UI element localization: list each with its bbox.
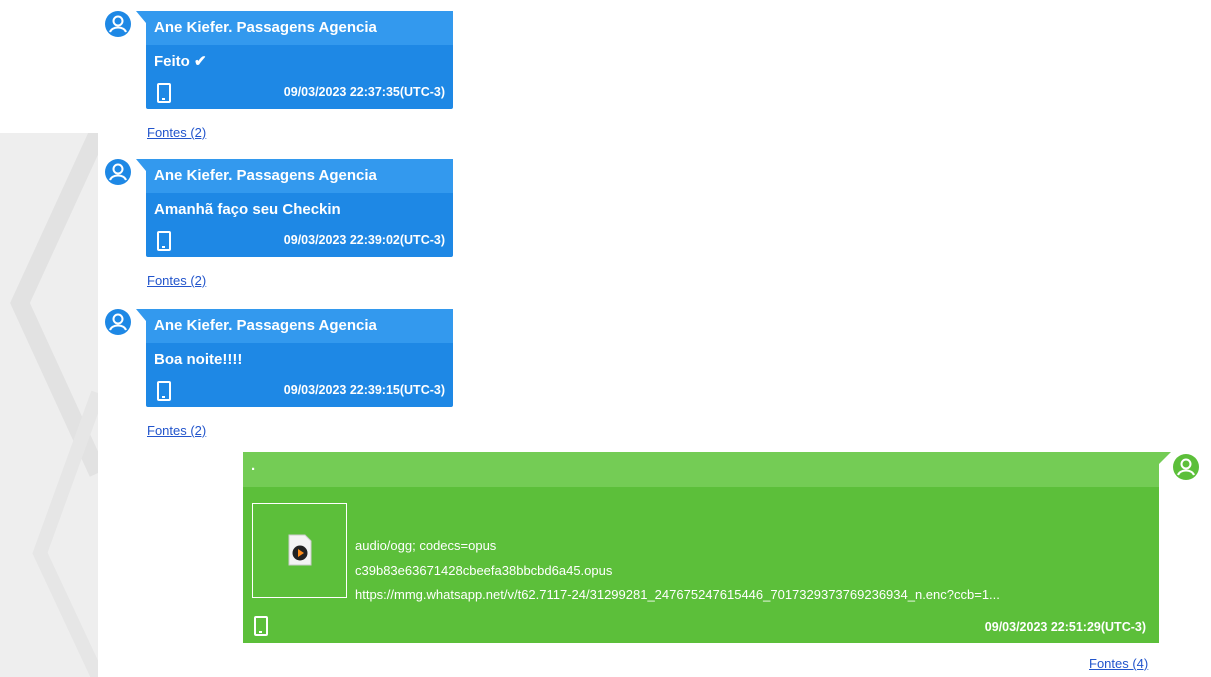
phone-icon <box>157 83 171 103</box>
attachment-details: audio/ogg; codecs=opus c39b83e63671428cb… <box>355 534 1000 608</box>
message-text: Boa noite!!!! <box>154 351 243 368</box>
own-avatar-icon[interactable] <box>1173 454 1199 480</box>
audio-file-icon <box>288 534 312 566</box>
contact-avatar-icon[interactable] <box>105 11 131 37</box>
message-timestamp: 09/03/2023 22:39:02(UTC-3) <box>283 233 445 247</box>
message-bubble[interactable]: Ane Kiefer. Passagens Agencia Boa noite!… <box>136 309 453 407</box>
bubble-tail <box>1159 452 1171 464</box>
sources-link[interactable]: Fontes (2) <box>147 423 206 438</box>
sources-link[interactable]: Fontes (4) <box>1089 656 1148 671</box>
bubble-tail <box>136 159 146 171</box>
sources-link[interactable]: Fontes (2) <box>147 125 206 140</box>
message-timestamp: 09/03/2023 22:39:15(UTC-3) <box>283 383 445 397</box>
message-timestamp: 09/03/2023 22:51:29(UTC-3) <box>984 620 1146 634</box>
message-text: Amanhã faço seu Checkin <box>154 201 341 218</box>
background-pattern <box>10 133 98 677</box>
message-timestamp: 09/03/2023 22:37:35(UTC-3) <box>283 85 445 99</box>
contact-avatar-icon[interactable] <box>105 159 131 185</box>
message-sender: Ane Kiefer. Passagens Agencia <box>146 309 453 343</box>
bubble-tail <box>136 11 146 23</box>
attachment-mime: audio/ogg; codecs=opus <box>355 538 497 553</box>
message-bubble[interactable]: Ane Kiefer. Passagens Agencia Amanhã faç… <box>136 159 453 257</box>
message-bubble[interactable]: Ane Kiefer. Passagens Agencia Feito ✔ 09… <box>136 11 453 109</box>
contact-avatar-icon[interactable] <box>105 309 131 335</box>
message-text: Feito ✔ <box>154 53 207 70</box>
attachment-filename: c39b83e63671428cbeefa38bbcbd6a45.opus <box>355 562 613 578</box>
phone-icon <box>157 381 171 401</box>
left-side-panel <box>0 133 98 677</box>
bubble-tail <box>136 309 146 321</box>
attachment-url[interactable]: https://mmg.whatsapp.net/v/t62.7117-24/3… <box>355 583 1000 608</box>
outgoing-message-bubble[interactable]: . audio/ogg; codecs=opus c39b83e63671428… <box>243 452 1171 643</box>
message-sender: Ane Kiefer. Passagens Agencia <box>146 159 453 193</box>
message-sender: Ane Kiefer. Passagens Agencia <box>146 11 453 45</box>
outgoing-header: . <box>243 452 1159 487</box>
phone-icon <box>157 231 171 251</box>
audio-attachment-thumbnail[interactable] <box>252 503 347 598</box>
phone-icon <box>254 616 268 636</box>
sources-link[interactable]: Fontes (2) <box>147 273 206 288</box>
